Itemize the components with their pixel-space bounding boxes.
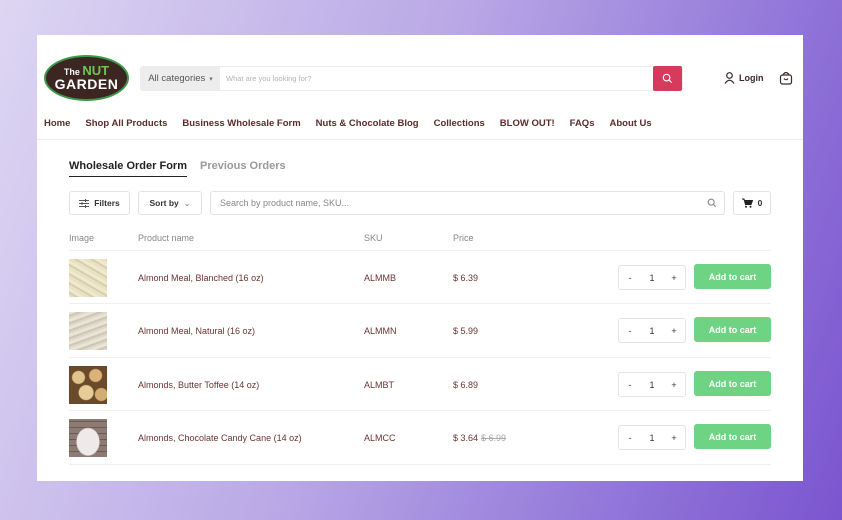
- product-name[interactable]: Almond Meal, Blanched (16 oz): [138, 273, 264, 283]
- store-logo[interactable]: The NUT GARDEN: [44, 55, 129, 101]
- chevron-down-icon: ▾: [209, 75, 213, 83]
- sort-by-dropdown[interactable]: Sort by ⌄: [138, 191, 202, 215]
- table-row: Almonds, Butter Toffee (14 oz) ALMBT $ 6…: [69, 357, 771, 410]
- filter-sliders-icon: [79, 198, 90, 208]
- original-price: $ 6.99: [481, 433, 507, 443]
- nav-home[interactable]: Home: [44, 118, 70, 129]
- nav-business-wholesale-form[interactable]: Business Wholesale Form: [182, 118, 300, 129]
- decrement-button[interactable]: -: [619, 433, 641, 443]
- site-search-input[interactable]: [220, 67, 682, 90]
- increment-button[interactable]: +: [663, 380, 685, 390]
- filters-button[interactable]: Filters: [69, 191, 130, 215]
- product-name[interactable]: Almonds, Butter Toffee (14 oz): [138, 380, 259, 390]
- header-image: Image: [69, 233, 95, 243]
- site-search: All categories ▾: [140, 66, 683, 91]
- product-price: $ 5.99: [453, 326, 478, 336]
- category-select-label: All categories: [148, 73, 206, 84]
- current-price: $ 6.89: [453, 380, 479, 390]
- product-sku: ALMMB: [364, 273, 397, 283]
- add-to-cart-button[interactable]: Add to cart: [694, 264, 771, 289]
- increment-button[interactable]: +: [663, 326, 685, 336]
- increment-button[interactable]: +: [663, 273, 685, 283]
- product-image[interactable]: [69, 366, 107, 404]
- product-sku: ALMBT: [364, 380, 395, 390]
- logo-text-the: The: [63, 66, 80, 77]
- header-divider: [37, 139, 803, 140]
- product-sku: ALMCC: [364, 433, 396, 443]
- add-to-cart-button[interactable]: Add to cart: [694, 371, 771, 396]
- login-label: Login: [739, 73, 764, 83]
- quantity-value[interactable]: 1: [641, 380, 663, 390]
- cart-button[interactable]: 0: [733, 191, 771, 215]
- logo-text-garden: GARDEN: [54, 75, 119, 92]
- site-search-button[interactable]: [653, 66, 682, 91]
- tab-wholesale-order-form[interactable]: Wholesale Order Form: [69, 160, 187, 177]
- filters-label: Filters: [94, 198, 120, 208]
- product-price: $ 6.89: [453, 380, 478, 390]
- table-bottom-divider: [69, 464, 771, 465]
- quantity-value[interactable]: 1: [641, 326, 663, 336]
- header-product-name[interactable]: Product name: [138, 233, 194, 243]
- search-icon: [662, 73, 673, 84]
- nav-blow-out[interactable]: BLOW OUT!: [500, 118, 555, 129]
- product-image[interactable]: [69, 259, 107, 297]
- nav-about-us[interactable]: About Us: [609, 118, 651, 129]
- quantity-value[interactable]: 1: [641, 433, 663, 443]
- page-window: The NUT GARDEN All categories ▾ Login Ho…: [37, 35, 803, 481]
- shopping-bag-icon: [779, 71, 793, 85]
- decrement-button[interactable]: -: [619, 326, 641, 336]
- product-search: [210, 191, 725, 215]
- product-name[interactable]: Almonds, Chocolate Candy Cane (14 oz): [138, 433, 302, 443]
- quantity-stepper: - 1 +: [618, 265, 686, 290]
- quantity-stepper: - 1 +: [618, 318, 686, 343]
- search-icon[interactable]: [700, 198, 724, 208]
- add-to-cart-button[interactable]: Add to cart: [694, 317, 771, 342]
- current-price: $ 5.99: [453, 326, 479, 336]
- user-icon: [724, 72, 735, 84]
- nav-collections[interactable]: Collections: [434, 118, 485, 129]
- quantity-value[interactable]: 1: [641, 273, 663, 283]
- product-search-input[interactable]: [211, 198, 700, 208]
- product-price: $ 3.64 $ 6.99: [453, 433, 506, 443]
- table-row: Almond Meal, Natural (16 oz) ALMMN $ 5.9…: [69, 303, 771, 356]
- cart-bag-button[interactable]: [779, 71, 793, 90]
- quantity-stepper: - 1 +: [618, 372, 686, 397]
- main-nav: Home Shop All Products Business Wholesal…: [44, 118, 667, 129]
- quantity-stepper: - 1 +: [618, 425, 686, 450]
- category-select[interactable]: All categories ▾: [141, 67, 220, 90]
- login-link[interactable]: Login: [724, 72, 764, 84]
- table-row: Almonds, Chocolate Candy Cane (14 oz) AL…: [69, 410, 771, 463]
- current-price: $ 3.64: [453, 433, 479, 443]
- nav-faqs[interactable]: FAQs: [570, 118, 595, 129]
- tab-previous-orders[interactable]: Previous Orders: [200, 160, 286, 172]
- product-image[interactable]: [69, 419, 107, 457]
- cart-count: 0: [757, 198, 763, 208]
- current-price: $ 6.39: [453, 273, 479, 283]
- chevron-down-icon: ⌄: [183, 198, 191, 208]
- nav-shop-all-products[interactable]: Shop All Products: [85, 118, 167, 129]
- sort-by-label: Sort by: [149, 198, 179, 208]
- add-to-cart-button[interactable]: Add to cart: [694, 424, 771, 449]
- cart-icon: [741, 198, 753, 208]
- product-name[interactable]: Almond Meal, Natural (16 oz): [138, 326, 255, 336]
- increment-button[interactable]: +: [663, 433, 685, 443]
- header-price[interactable]: Price: [453, 233, 474, 243]
- product-image[interactable]: [69, 312, 107, 350]
- nav-blog[interactable]: Nuts & Chocolate Blog: [316, 118, 419, 129]
- product-sku: ALMMN: [364, 326, 397, 336]
- decrement-button[interactable]: -: [619, 380, 641, 390]
- header-sku[interactable]: SKU: [364, 233, 383, 243]
- decrement-button[interactable]: -: [619, 273, 641, 283]
- product-price: $ 6.39: [453, 273, 478, 283]
- table-row: Almond Meal, Blanched (16 oz) ALMMB $ 6.…: [69, 250, 771, 303]
